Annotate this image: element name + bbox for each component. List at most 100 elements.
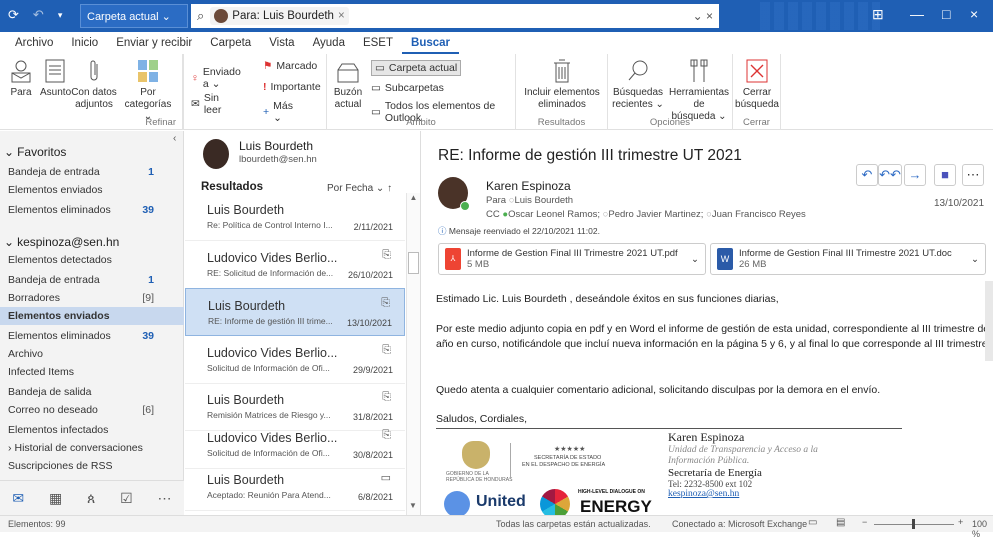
subject-icon (45, 59, 65, 83)
zoom-out-icon[interactable]: − (862, 517, 867, 527)
scroll-down-icon[interactable]: ▼ (407, 501, 419, 515)
tasks-icon[interactable]: ☑ (120, 490, 133, 507)
carpeta-actual-button[interactable]: ▭ Carpeta actual (371, 60, 462, 76)
para-button[interactable]: Para (6, 58, 36, 99)
search-input[interactable]: ⌕ Para: Luis Bourdeth × ⌄ × (191, 4, 719, 28)
close-icon[interactable]: × (338, 10, 345, 22)
window-mode-icon[interactable]: ⊞ (872, 6, 884, 23)
nav-item[interactable]: Bandeja de entrada 1 (0, 163, 184, 181)
email-link[interactable]: kespinoza@sen.hn (668, 489, 968, 499)
herramientas-busqueda-button[interactable]: Herramientas de búsqueda ⌄ (666, 58, 732, 123)
zoom-thumb[interactable] (912, 519, 915, 529)
reply-all-button[interactable]: ↶↶ (878, 164, 902, 186)
sin-leer-button[interactable]: ✉ Sin leer (191, 92, 221, 116)
scroll-thumb[interactable] (408, 252, 419, 274)
reading-scrollbar[interactable] (985, 281, 993, 361)
tab-buscar[interactable]: Buscar (402, 32, 460, 54)
list-item[interactable]: Ludovico Vides Berlio... Solicitud de Inf… (185, 421, 405, 469)
maximize-button[interactable]: □ (942, 6, 950, 22)
people-icon[interactable]: ጰ (87, 490, 95, 507)
close-window-button[interactable]: × (970, 6, 978, 22)
busquedas-recientes-button[interactable]: Búsquedas recientes ⌄ (612, 58, 664, 111)
attachment-pdf[interactable]: ⅄ Informe de Gestion Final III Trimestre… (438, 243, 706, 275)
more-actions-button[interactable]: ⋯ (962, 164, 984, 186)
search-clear-button[interactable]: ⌄ × (693, 9, 713, 23)
search-filter-chip[interactable]: Para: Luis Bourdeth × (210, 7, 349, 25)
undo-icon[interactable]: ↶ (33, 7, 44, 23)
nav-item[interactable]: Elementos detectados (0, 251, 184, 269)
tab-enviar-recibir[interactable]: Enviar y recibir (107, 32, 201, 54)
minimize-button[interactable]: — (910, 6, 924, 22)
nav-item[interactable]: Bandeja de salida (0, 383, 184, 401)
list-item[interactable]: Ludovico Vides Berlio... Solicitud de Inf… (185, 336, 405, 384)
cc-recipient[interactable]: Oscar Leonel Ramos; (508, 209, 600, 220)
more-icon[interactable]: ⋯ (158, 490, 172, 507)
nav-item[interactable]: Elementos enviados (0, 181, 184, 199)
nav-item[interactable]: Elementos eliminados 39 (0, 327, 184, 345)
mas-button[interactable]: + Más ⌄ (263, 100, 293, 124)
mailbox-icon (337, 63, 359, 83)
account-header[interactable]: ⌄ kespinoza@sen.hn (0, 233, 184, 251)
list-item[interactable]: Ludovico Vides Berlio... RE: Solicitud de… (185, 241, 405, 289)
nav-item[interactable]: Infected Items (0, 363, 184, 381)
tab-carpeta[interactable]: Carpeta (201, 32, 260, 54)
incluir-eliminados-button[interactable]: Incluir elementos eliminados (518, 58, 606, 111)
cc-recipient[interactable]: Pedro Javier Martinez; (608, 209, 703, 220)
cc-recipient[interactable]: Juan Francisco Reyes (712, 209, 806, 220)
quick-access-dropdown-icon[interactable]: ▾ (58, 7, 63, 23)
marcado-button[interactable]: ⚑ Marcado (263, 60, 317, 72)
nav-item[interactable]: Correo no deseado [6] (0, 401, 184, 419)
subcarpetas-button[interactable]: ▭ Subcarpetas (371, 82, 444, 94)
tab-archivo[interactable]: Archivo (6, 32, 62, 54)
group-label: Resultados (537, 117, 586, 128)
list-item[interactable]: Luis Bourdeth Aceptado: Reunión Para Aten… (185, 463, 405, 511)
por-categorias-button[interactable]: Por categorías ⌄ (120, 58, 176, 123)
nav-item[interactable]: Elementos infectados (0, 421, 184, 439)
sync-icon[interactable]: ⟳ (8, 7, 19, 23)
nav-item[interactable]: Bandeja de entrada 1 (0, 271, 184, 289)
avatar (203, 139, 229, 169)
favoritos-header[interactable]: ⌄ Favoritos (0, 143, 184, 161)
nav-item-selected[interactable]: Elementos enviados (0, 307, 184, 325)
tab-eset[interactable]: ESET (354, 32, 402, 54)
reading-view-icon[interactable]: ▤ (836, 517, 845, 528)
enviado-a-button[interactable]: ♀ Enviado a ⌄ (191, 66, 241, 90)
con-datos-adjuntos-button[interactable]: Con datos adjuntos (70, 58, 118, 111)
nav-item[interactable]: › Historial de conversaciones (0, 439, 184, 457)
folder-icon: ▭ (375, 62, 385, 74)
forward-button[interactable]: → (904, 164, 926, 186)
attachment-doc[interactable]: W Informe de Gestion Final III Trimestre… (710, 243, 986, 275)
buzon-actual-button[interactable]: Buzón actual (331, 62, 365, 111)
chevron-down-icon[interactable]: ⌄ (971, 254, 979, 265)
sender-name[interactable]: Karen Espinoza (486, 179, 571, 193)
teams-icon[interactable]: ■ (934, 164, 956, 186)
normal-view-icon[interactable]: ▭ (808, 517, 817, 528)
nav-item[interactable]: Elementos eliminados 39 (0, 201, 184, 219)
list-scrollbar[interactable]: ▲ ▼ (406, 193, 420, 515)
cerrar-busqueda-button[interactable]: Cerrar búsqueda (735, 58, 779, 111)
list-item[interactable]: Luis Bourdeth Re: Política de Control Int… (185, 193, 405, 241)
nav-item[interactable]: Archivo (0, 345, 184, 363)
tab-ayuda[interactable]: Ayuda (304, 32, 354, 54)
divider (510, 443, 511, 479)
body-paragraph: Quedo atenta a cualquier comentario adic… (436, 384, 881, 396)
search-chip-label: Para: Luis Bourdeth (232, 10, 334, 22)
importante-button[interactable]: ! Importante (263, 81, 321, 93)
zoom-in-icon[interactable]: + (958, 517, 963, 527)
list-item-selected[interactable]: Luis Bourdeth RE: Informe de gestión III … (185, 288, 405, 336)
mail-icon[interactable]: ✉ (12, 490, 24, 507)
nav-item[interactable]: Borradores [9] (0, 289, 184, 307)
paperclip-icon: ⎘ (382, 429, 391, 441)
chevron-down-icon[interactable]: ⌄ (691, 254, 699, 265)
nav-item[interactable]: Suscripciones de RSS (0, 457, 184, 475)
tab-vista[interactable]: Vista (260, 32, 303, 54)
tab-inicio[interactable]: Inicio (62, 32, 107, 54)
recipient[interactable]: Luis Bourdeth (514, 195, 573, 206)
search-scope-select[interactable]: Carpeta actual ⌄ (80, 4, 188, 28)
reply-button[interactable]: ↶ (856, 164, 878, 186)
paperclip-icon: ⎘ (382, 249, 391, 261)
calendar-icon[interactable]: ▦ (49, 490, 62, 507)
trash-icon (554, 59, 570, 83)
scroll-up-icon[interactable]: ▲ (407, 193, 420, 207)
asunto-button[interactable]: Asunto (40, 58, 71, 99)
